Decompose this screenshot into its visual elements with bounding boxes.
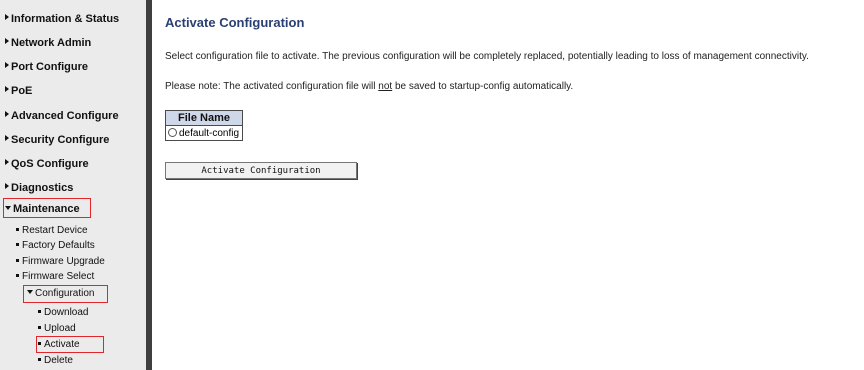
chevron-right-icon	[5, 86, 9, 92]
sidebar-subitem-download[interactable]: Download	[38, 307, 88, 319]
sidebar-divider[interactable]	[146, 0, 152, 370]
sidebar-subitem-firmware-select[interactable]: Firmware Select	[16, 271, 94, 283]
chevron-right-icon	[5, 38, 9, 44]
bullet-icon	[16, 243, 19, 246]
sidebar-item-label: Maintenance	[13, 203, 80, 215]
sidebar-item-label: PoE	[11, 85, 33, 97]
chevron-down-icon	[27, 290, 33, 294]
sidebar-subitem-label: Configuration	[35, 288, 95, 299]
sidebar-item-label: Information & Status	[11, 13, 120, 25]
sidebar-item-maintenance[interactable]: Maintenance	[5, 203, 80, 216]
chevron-right-icon	[5, 159, 9, 165]
note-text: Please note: The activated configuration…	[165, 81, 573, 92]
bullet-icon	[38, 342, 41, 345]
description-text: Select configuration file to activate. T…	[165, 51, 809, 62]
sidebar-item-network-admin[interactable]: Network Admin	[5, 37, 91, 50]
note-emphasis: not	[378, 81, 393, 92]
sidebar-item-diagnostics[interactable]: Diagnostics	[5, 182, 73, 195]
sidebar-subitem-label: Factory Defaults	[22, 240, 95, 251]
chevron-right-icon	[5, 111, 9, 117]
file-table: File Name default-config	[165, 110, 243, 141]
file-name-header: File Name	[165, 110, 243, 126]
table-row: default-config	[165, 125, 243, 141]
sidebar-item-label: Network Admin	[11, 37, 92, 49]
sidebar-item-information-status[interactable]: Information & Status	[5, 13, 119, 26]
sidebar-subitem-label: Firmware Select	[22, 271, 95, 282]
sidebar-subitem-label: Restart Device	[22, 225, 88, 236]
chevron-right-icon	[5, 62, 9, 68]
file-name: default-config	[179, 127, 240, 139]
sidebar-subitem-configuration[interactable]: Configuration	[27, 288, 94, 300]
sidebar-subitem-label: Firmware Upgrade	[22, 256, 105, 267]
bullet-icon	[16, 274, 19, 277]
sidebar-subitem-firmware-upgrade[interactable]: Firmware Upgrade	[16, 256, 105, 268]
sidebar-item-label: Port Configure	[11, 61, 88, 73]
file-cell: default-config	[165, 125, 243, 141]
bullet-icon	[38, 326, 41, 329]
sidebar-item-label: Security Configure	[11, 134, 110, 146]
bullet-icon	[16, 228, 19, 231]
sidebar-item-port-configure[interactable]: Port Configure	[5, 61, 88, 74]
sidebar-subitem-label: Activate	[44, 339, 80, 350]
note-prefix: Please note: The activated configuration…	[165, 81, 379, 92]
bullet-icon	[38, 310, 41, 313]
sidebar-item-advanced-configure[interactable]: Advanced Configure	[5, 110, 119, 123]
table-header-row: File Name	[165, 110, 243, 126]
sidebar-subitem-delete[interactable]: Delete	[38, 355, 73, 367]
sidebar-subitem-restart-device[interactable]: Restart Device	[16, 225, 88, 237]
sidebar-item-poe[interactable]: PoE	[5, 85, 32, 98]
sidebar-subitem-upload[interactable]: Upload	[38, 323, 76, 335]
radio-button[interactable]	[168, 127, 177, 137]
sidebar-item-label: Advanced Configure	[11, 110, 119, 122]
note-suffix: be saved to startup-config automatically…	[392, 81, 574, 92]
bullet-icon	[38, 358, 41, 361]
bullet-icon	[16, 259, 19, 262]
sidebar-item-security-configure[interactable]: Security Configure	[5, 134, 109, 147]
activate-configuration-button[interactable]: Activate Configuration	[165, 162, 357, 179]
sidebar-subitem-label: Download	[44, 307, 89, 318]
chevron-right-icon	[5, 14, 9, 20]
sidebar-subitem-activate[interactable]: Activate	[38, 339, 80, 351]
chevron-right-icon	[5, 183, 9, 189]
sidebar-item-qos-configure[interactable]: QoS Configure	[5, 158, 89, 171]
sidebar-item-label: QoS Configure	[11, 158, 89, 170]
sidebar-subitem-factory-defaults[interactable]: Factory Defaults	[16, 240, 95, 252]
chevron-down-icon	[5, 206, 11, 210]
sidebar-item-label: Diagnostics	[11, 182, 74, 194]
sidebar-subitem-label: Delete	[44, 355, 73, 366]
sidebar-subitem-label: Upload	[44, 323, 76, 334]
chevron-right-icon	[5, 135, 9, 141]
page-title: Activate Configuration	[165, 15, 305, 30]
